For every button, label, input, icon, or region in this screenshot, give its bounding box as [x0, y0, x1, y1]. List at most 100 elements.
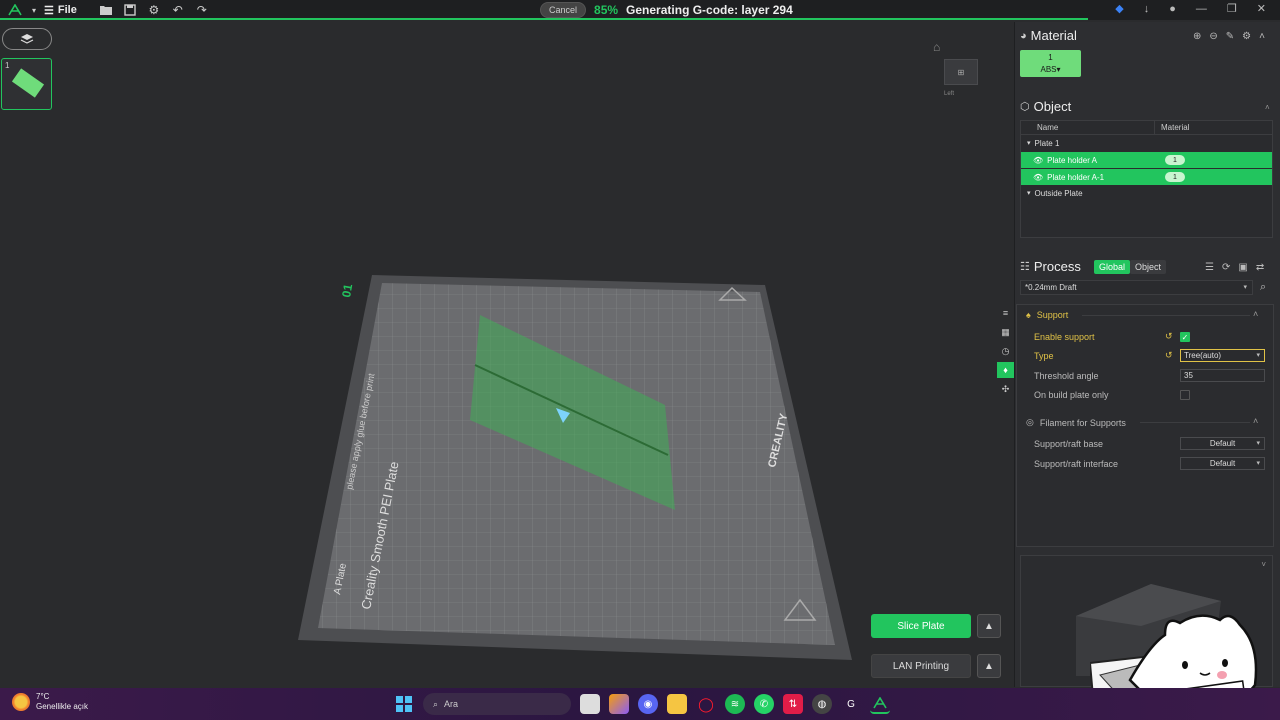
object-row-outside-plate[interactable]: ▾ Outside Plate [1021, 185, 1272, 201]
creality-print-taskbar-icon[interactable] [870, 694, 890, 714]
support-type-select[interactable]: Tree(auto) ▾ [1180, 349, 1265, 362]
download-icon[interactable]: ↓ [1144, 3, 1150, 15]
slice-options-button[interactable]: ▲ [977, 614, 1001, 638]
chevron-down-icon: ▾ [1256, 460, 1260, 467]
collapse-icon[interactable]: ˄ [1253, 309, 1258, 319]
save-icon[interactable]: ▣ [1238, 262, 1247, 273]
object-row-plate-1[interactable]: ▾ Plate 1 [1021, 135, 1272, 151]
raft-base-select[interactable]: Default ▾ [1180, 437, 1265, 450]
settings-gear-icon[interactable]: ⚙ [145, 2, 163, 18]
copilot-icon[interactable] [609, 694, 629, 714]
strength-tab-icon[interactable]: ▦ [997, 324, 1014, 340]
plate-thumbnail[interactable]: 1 [1, 58, 52, 110]
tab-global[interactable]: Global [1094, 260, 1131, 274]
process-preset-select[interactable]: *0.24mm Draft ▾ [1020, 280, 1253, 295]
compare-icon[interactable]: ⇄ [1256, 262, 1264, 273]
cube-model-icon[interactable]: ◆ [1115, 2, 1123, 15]
discord-icon[interactable]: ◉ [638, 694, 658, 714]
support-tab-icon[interactable]: ♦ [997, 362, 1014, 378]
edit-icon[interactable]: ✎ [1226, 31, 1234, 42]
cancel-button[interactable]: Cancel [540, 2, 587, 18]
enable-support-label: Enable support [1034, 332, 1095, 342]
chevron-down-icon: ▾ [1256, 352, 1260, 359]
chevron-down-icon: ▾ [1256, 440, 1260, 447]
steam-icon[interactable]: ◍ [812, 694, 832, 714]
filament-icon: ◎ [1026, 417, 1034, 427]
enable-support-checkbox[interactable]: ✓ [1180, 332, 1190, 342]
add-icon[interactable]: ⊕ [1193, 31, 1201, 42]
home-icon[interactable]: ⌂ [933, 40, 940, 54]
whatsapp-icon[interactable]: ✆ [754, 694, 774, 714]
spotify-icon[interactable]: ≋ [725, 694, 745, 714]
raft-base-label: Support/raft base [1034, 439, 1104, 449]
file-explorer-icon[interactable] [667, 694, 687, 714]
object-row-plate-holder-a-1[interactable]: 👁 Plate holder A-1 1 [1021, 169, 1272, 185]
print-options-button[interactable]: ▲ [977, 654, 1001, 678]
collapse-icon[interactable]: ˄ [1265, 103, 1270, 112]
object-list: Name Material ▾ Plate 1 👁 Plate holder A … [1020, 120, 1273, 238]
settings-icon[interactable]: ⚙ [1242, 31, 1251, 42]
taskbar-search[interactable]: ⌕ Ara [423, 693, 571, 715]
task-view-icon[interactable] [580, 694, 600, 714]
others-tab-icon[interactable]: ✣ [997, 381, 1014, 397]
redo-icon[interactable]: ↷ [193, 2, 211, 18]
tab-object[interactable]: Object [1130, 260, 1167, 274]
close-icon[interactable]: ✕ [1257, 2, 1266, 15]
list-icon[interactable]: ☰ [1205, 262, 1214, 273]
reset-icon[interactable]: ↺ [1165, 350, 1173, 361]
speed-tab-icon[interactable]: ◷ [997, 343, 1014, 359]
progress-line [0, 18, 1088, 20]
material-badge[interactable]: 1 [1165, 172, 1185, 182]
chevron-down-icon: ▾ [1243, 284, 1247, 291]
open-folder-icon[interactable] [97, 2, 115, 18]
material-chip[interactable]: 1 ABS▾ [1020, 50, 1081, 77]
threshold-angle-input[interactable]: 35 [1180, 369, 1265, 382]
creality-logo-icon[interactable] [6, 2, 24, 18]
taskbar-apps: ⌕ Ara ◉ ◯ ≋ ✆ ⇅ ◍ G [394, 693, 890, 715]
minimize-icon[interactable]: — [1196, 3, 1207, 15]
build-plate-only-label: On build plate only [1034, 390, 1109, 400]
slice-plate-button[interactable]: Slice Plate [871, 614, 971, 638]
material-badge[interactable]: 1 [1165, 155, 1185, 165]
view-cube[interactable]: ⊞ Left [944, 59, 978, 105]
user-icon[interactable]: ● [1169, 3, 1176, 15]
collapse-icon[interactable]: ˄ [1259, 31, 1265, 42]
logitech-icon[interactable]: G [841, 694, 861, 714]
3d-viewport[interactable]: 01 Creality Smooth PEI Plate please appl… [60, 22, 1010, 687]
app-red-icon[interactable]: ⇅ [783, 694, 803, 714]
search-icon[interactable]: ⌕ [1260, 281, 1266, 294]
remove-icon[interactable]: ⊖ [1209, 31, 1217, 42]
view-cube-face[interactable]: ⊞ [944, 59, 978, 85]
eye-icon[interactable]: 👁 [1033, 156, 1043, 165]
refresh-icon[interactable]: ⟳ [1222, 262, 1230, 273]
undo-icon[interactable]: ↶ [169, 2, 187, 18]
raft-interface-select[interactable]: Default ▾ [1180, 457, 1265, 470]
layers-icon [20, 34, 34, 44]
save-icon[interactable] [121, 2, 139, 18]
restore-icon[interactable]: ❐ [1227, 2, 1237, 15]
process-header-icons: ☰ ⟳ ▣ ⇄ [1205, 262, 1264, 273]
threshold-angle-label: Threshold angle [1034, 371, 1099, 381]
expand-icon[interactable]: ▾ [1027, 139, 1031, 147]
layers-button[interactable] [2, 28, 52, 50]
reset-icon[interactable]: ↺ [1165, 331, 1173, 342]
eye-icon[interactable]: 👁 [1033, 173, 1043, 182]
quality-tab-icon[interactable]: ≡ [997, 305, 1014, 321]
lan-printing-button[interactable]: LAN Printing [871, 654, 971, 678]
build-plate-only-checkbox[interactable] [1180, 390, 1190, 400]
support-group-title[interactable]: ♠ Support [1026, 310, 1068, 320]
palette-icon: ◕ [1020, 29, 1027, 42]
object-header: ⬡ Object [1020, 99, 1072, 114]
collapse-icon[interactable]: ˄ [1253, 416, 1258, 426]
windows-start-icon[interactable] [394, 694, 414, 714]
chevron-up-icon: ▲ [984, 660, 994, 672]
plate-thumb-shape [11, 68, 45, 98]
file-menu-button[interactable]: ☰ File [44, 4, 77, 17]
weather-widget[interactable]: 7°C Genellikle açık [12, 692, 88, 712]
expand-icon[interactable]: ▾ [1027, 189, 1031, 197]
filament-supports-group-title[interactable]: ◎ Filament for Supports [1026, 417, 1126, 428]
chevron-down-icon[interactable]: ▾ [30, 2, 38, 18]
object-row-plate-holder-a[interactable]: 👁 Plate holder A 1 [1021, 152, 1272, 168]
opera-icon[interactable]: ◯ [696, 694, 716, 714]
chevron-up-icon: ▲ [984, 620, 994, 632]
